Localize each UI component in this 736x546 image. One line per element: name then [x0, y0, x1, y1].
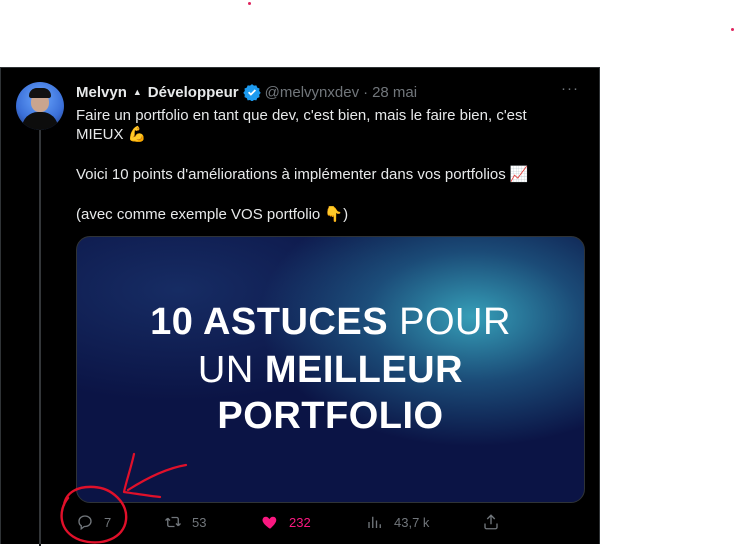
like-button[interactable]: 232: [261, 513, 311, 531]
media-title-line-1: 10 ASTUCES POUR: [77, 299, 584, 345]
annotation-dot: [248, 2, 251, 5]
media-text: POUR: [399, 301, 511, 343]
reply-button[interactable]: 7: [76, 513, 111, 531]
tweet-text-line: Faire un portfolio en tant que dev, c'es…: [76, 107, 527, 124]
share-button[interactable]: [482, 513, 500, 531]
tweet-media-image[interactable]: 10 ASTUCES POUR UN MEILLEUR PORTFOLIO: [76, 236, 585, 503]
reply-count: 7: [104, 514, 112, 530]
more-options-button[interactable]: ···: [561, 80, 579, 97]
verified-badge-icon: [242, 84, 261, 101]
views-icon: [368, 516, 381, 528]
date-separator: ·: [363, 83, 369, 101]
retweet-button[interactable]: 53: [164, 513, 206, 531]
author-name[interactable]: Melvyn: [76, 84, 127, 101]
media-text: UN: [197, 349, 254, 391]
retweet-count: 53: [192, 514, 207, 530]
media-text: MEILLEUR: [264, 349, 464, 391]
media-text: PORTFOLIO: [217, 395, 444, 437]
reply-icon: [78, 515, 92, 531]
tweet-date[interactable]: 28 mai: [372, 84, 417, 101]
author-title[interactable]: Développeur: [148, 84, 239, 101]
views-button[interactable]: 43,7 k: [366, 513, 429, 531]
tweet-actions: 7 53 232 43,7 k: [76, 513, 506, 535]
thread-line: [39, 126, 41, 546]
tweet-header: Melvyn ▲ Développeur @melvynxdev · 28 ma…: [76, 82, 417, 102]
triangle-icon: ▲: [132, 87, 142, 97]
tweet-text-line: MIEUX 💪: [76, 126, 147, 143]
heart-icon: [262, 516, 277, 529]
share-icon: [484, 514, 498, 530]
author-handle[interactable]: @melvynxdev: [265, 84, 359, 101]
media-title-line-3: PORTFOLIO: [77, 393, 584, 439]
media-text: 10 ASTUCES: [150, 301, 389, 343]
views-count: 43,7 k: [394, 514, 430, 530]
like-count: 232: [289, 514, 311, 530]
tweet-text-line: Voici 10 points d'améliorations à implém…: [76, 166, 529, 183]
avatar[interactable]: [16, 82, 64, 130]
tweet-text-line: (avec comme exemple VOS portfolio 👇): [76, 206, 349, 223]
annotation-dot: [731, 28, 734, 31]
retweet-icon: [165, 516, 181, 528]
media-title-line-2: UN MEILLEUR: [77, 347, 584, 393]
tweet-card[interactable]: Melvyn ▲ Développeur @melvynxdev · 28 ma…: [0, 67, 600, 546]
